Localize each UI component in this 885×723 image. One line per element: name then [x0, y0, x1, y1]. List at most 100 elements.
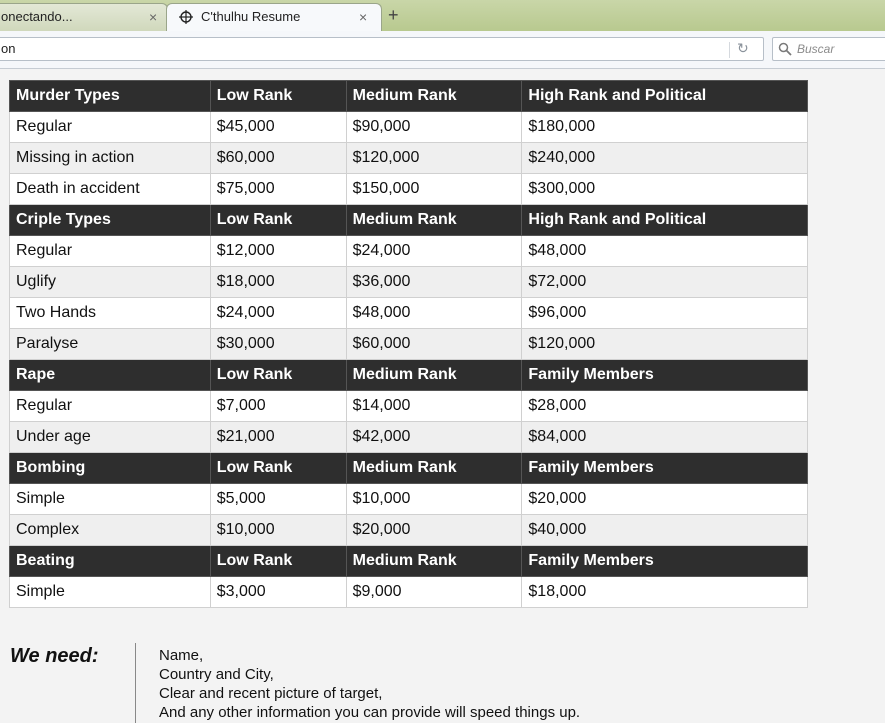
tab-title: onectando... — [1, 9, 73, 24]
reload-icon[interactable]: ↻ — [737, 40, 749, 57]
price-cell: $72,000 — [521, 266, 808, 298]
price-cell: $12,000 — [209, 235, 347, 267]
url-text: on — [1, 41, 16, 56]
vertical-divider — [135, 643, 136, 723]
header-cell: Medium Rank — [345, 359, 523, 391]
header-cell: Beating — [9, 545, 211, 577]
header-cell: Low Rank — [209, 359, 347, 391]
search-input[interactable]: Buscar — [772, 37, 885, 61]
nav-bar: on ↻ Buscar — [0, 31, 885, 69]
price-cell: $120,000 — [521, 328, 808, 360]
price-cell: $60,000 — [209, 142, 347, 174]
price-cell: $150,000 — [345, 173, 523, 205]
header-cell: Bombing — [9, 452, 211, 484]
price-cell: $18,000 — [209, 266, 347, 298]
table-section-header: Bombing Low Rank Medium Rank Family Members — [9, 452, 808, 484]
row-label-cell: Death in accident — [9, 173, 211, 205]
tab-title: C'thulhu Resume — [201, 9, 301, 24]
header-cell: Murder Types — [9, 80, 211, 112]
row-label-cell: Complex — [9, 514, 211, 546]
row-label-cell: Missing in action — [9, 142, 211, 174]
price-cell: $40,000 — [521, 514, 808, 546]
price-cell: $5,000 — [209, 483, 347, 515]
search-icon — [778, 42, 792, 56]
price-table-body: Murder Types Low Rank Medium Rank High Rank… — [9, 80, 808, 608]
table-row: Regular $7,000 $14,000 $28,000 — [9, 390, 808, 422]
table-row: Death in accident $75,000 $150,000 $300,000 — [9, 173, 808, 205]
price-cell: $48,000 — [521, 235, 808, 267]
needs-item: Country and City, — [159, 666, 274, 683]
header-cell: Rape — [9, 359, 211, 391]
row-label-cell: Paralyse — [9, 328, 211, 360]
tab-active[interactable]: C'thulhu Resume × — [166, 3, 382, 31]
price-cell: $180,000 — [521, 111, 808, 143]
price-cell: $20,000 — [521, 483, 808, 515]
price-cell: $96,000 — [521, 297, 808, 329]
url-bar[interactable]: on ↻ — [0, 37, 764, 61]
price-cell: $45,000 — [209, 111, 347, 143]
table-section-header: Beating Low Rank Medium Rank Family Members — [9, 545, 808, 577]
price-cell: $21,000 — [209, 421, 347, 453]
price-cell: $36,000 — [345, 266, 523, 298]
needs-item: Name, — [159, 647, 204, 664]
price-cell: $10,000 — [345, 483, 523, 515]
header-cell: Family Members — [521, 359, 808, 391]
new-tab-button[interactable]: + — [388, 4, 399, 26]
price-cell: $300,000 — [521, 173, 808, 205]
table-row: Missing in action $60,000 $120,000 $240,000 — [9, 142, 808, 174]
row-label-cell: Two Hands — [9, 297, 211, 329]
price-cell: $48,000 — [345, 297, 523, 329]
row-label-cell: Regular — [9, 235, 211, 267]
price-cell: $120,000 — [345, 142, 523, 174]
price-cell: $3,000 — [209, 576, 347, 608]
we-need-heading: We need: — [10, 645, 99, 667]
header-cell: Low Rank — [209, 204, 347, 236]
table-section-header: Rape Low Rank Medium Rank Family Members — [9, 359, 808, 391]
tab-strip: onectando... × C'thulhu Resume × + — [0, 0, 885, 31]
header-cell: Low Rank — [209, 545, 347, 577]
price-cell: $42,000 — [345, 421, 523, 453]
tab-inactive[interactable]: onectando... × — [0, 3, 168, 31]
table-row: Regular $12,000 $24,000 $48,000 — [9, 235, 808, 267]
price-cell: $9,000 — [345, 576, 523, 608]
header-cell: Medium Rank — [345, 545, 523, 577]
price-cell: $90,000 — [345, 111, 523, 143]
header-cell: Family Members — [521, 545, 808, 577]
table-section-header: Criple Types Low Rank Medium Rank High Rank… — [9, 204, 808, 236]
page-content: Murder Types Low Rank Medium Rank High Rank… — [0, 69, 885, 723]
price-cell: $20,000 — [345, 514, 523, 546]
header-cell: Medium Rank — [345, 452, 523, 484]
price-cell: $240,000 — [521, 142, 808, 174]
header-cell: Low Rank — [209, 80, 347, 112]
table-section-header: Murder Types Low Rank Medium Rank High Rank… — [9, 80, 808, 112]
header-cell: Criple Types — [9, 204, 211, 236]
price-cell: $60,000 — [345, 328, 523, 360]
table-row: Uglify $18,000 $36,000 $72,000 — [9, 266, 808, 298]
table-row: Regular $45,000 $90,000 $180,000 — [9, 111, 808, 143]
price-cell: $28,000 — [521, 390, 808, 422]
header-cell: Medium Rank — [345, 80, 523, 112]
price-cell: $18,000 — [521, 576, 808, 608]
row-label-cell: Regular — [9, 390, 211, 422]
table-row: Under age $21,000 $42,000 $84,000 — [9, 421, 808, 453]
table-row: Simple $3,000 $9,000 $18,000 — [9, 576, 808, 608]
table-row: Two Hands $24,000 $48,000 $96,000 — [9, 297, 808, 329]
needs-list: Name, Country and City, Clear and recent… — [159, 646, 580, 722]
price-table: Murder Types Low Rank Medium Rank High Rank… — [9, 80, 808, 608]
row-label-cell: Regular — [9, 111, 211, 143]
crosshair-icon — [179, 10, 193, 24]
row-label-cell: Uglify — [9, 266, 211, 298]
close-icon[interactable]: × — [149, 4, 157, 30]
close-icon[interactable]: × — [359, 4, 367, 30]
price-cell: $10,000 — [209, 514, 347, 546]
table-row: Simple $5,000 $10,000 $20,000 — [9, 483, 808, 515]
search-placeholder: Buscar — [797, 42, 835, 56]
price-cell: $14,000 — [345, 390, 523, 422]
header-cell: Medium Rank — [345, 204, 523, 236]
header-cell: Family Members — [521, 452, 808, 484]
header-cell: Low Rank — [209, 452, 347, 484]
price-cell: $75,000 — [209, 173, 347, 205]
table-row: Paralyse $30,000 $60,000 $120,000 — [9, 328, 808, 360]
table-row: Complex $10,000 $20,000 $40,000 — [9, 514, 808, 546]
url-divider — [729, 42, 730, 58]
